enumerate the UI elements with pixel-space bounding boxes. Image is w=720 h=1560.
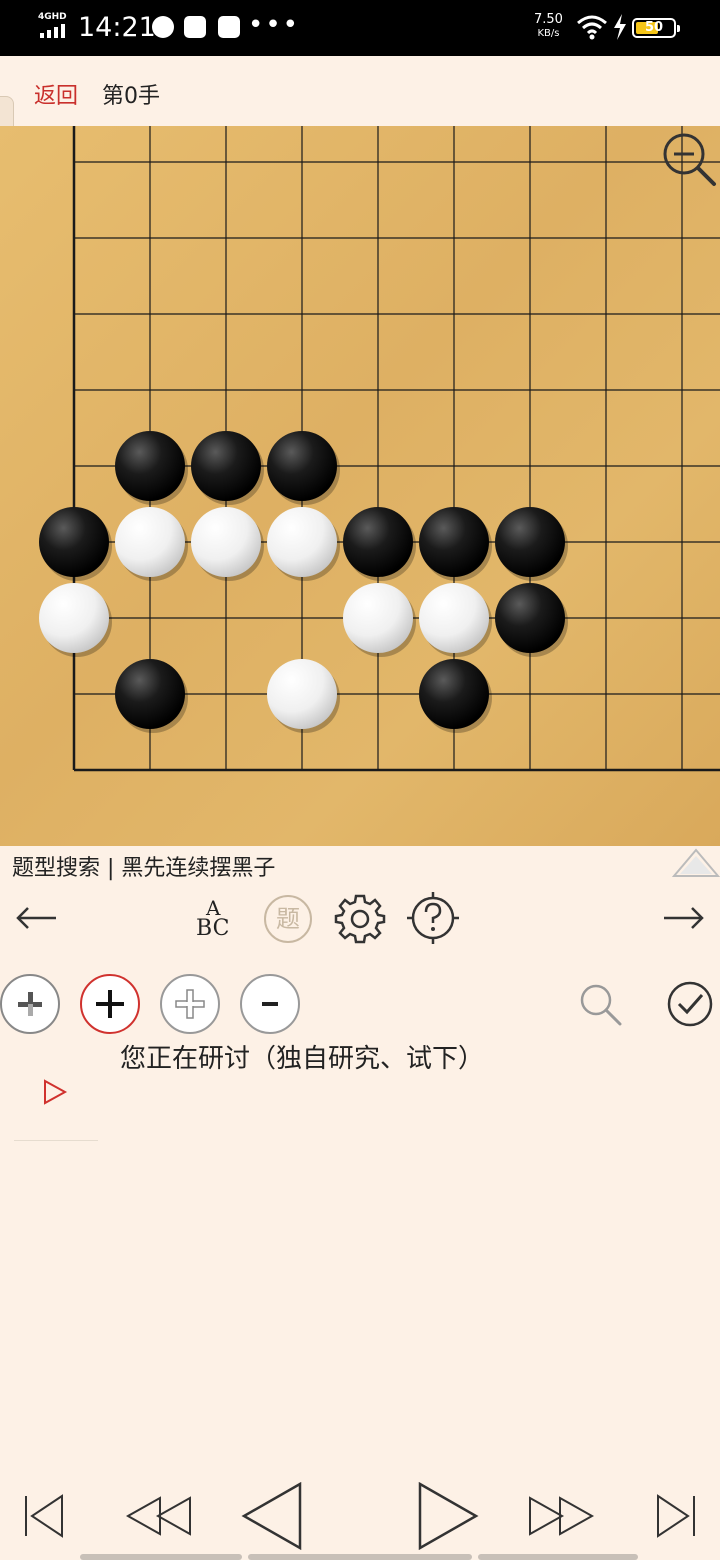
problem-icon[interactable]: 题 (264, 895, 312, 943)
fan-icon (152, 16, 174, 38)
charging-icon (614, 14, 626, 40)
message-icon (184, 16, 206, 38)
network-type: 4GHD (38, 12, 67, 22)
status-bar: 4GHD 14:21 ••• 7.50 KB/s 50 (0, 0, 720, 56)
battery-indicator: 50 (632, 18, 680, 38)
black-stone (419, 507, 489, 577)
variation-marker-icon[interactable] (42, 1078, 68, 1106)
white-stone (419, 583, 489, 653)
move-counter: 第0手 (102, 84, 160, 109)
board-grid[interactable] (0, 126, 720, 846)
last-move-icon[interactable] (654, 1494, 698, 1538)
collapse-icon[interactable] (672, 846, 720, 880)
black-stone (495, 583, 565, 653)
back-button[interactable]: 返回 (34, 78, 78, 110)
scroll-indicator (478, 1554, 638, 1560)
forward-icon[interactable] (416, 1482, 480, 1550)
discussion-status: 您正在研讨（独自研究、试下） (120, 1044, 485, 1074)
next-arrow-icon[interactable] (660, 902, 706, 934)
remove-stone-button[interactable] (240, 974, 300, 1034)
white-stone (343, 583, 413, 653)
abc-label-icon[interactable]: A BC (194, 896, 240, 942)
battery-level: 50 (644, 20, 664, 35)
add-alternate-icon (18, 992, 42, 1016)
black-stone (191, 431, 261, 501)
app-notification-icon (218, 16, 240, 38)
add-alternate-button[interactable] (0, 974, 60, 1034)
help-icon[interactable] (406, 890, 460, 946)
black-stone (495, 507, 565, 577)
white-stone (267, 507, 337, 577)
black-stone (115, 659, 185, 729)
fast-forward-icon[interactable] (528, 1494, 596, 1538)
check-icon[interactable] (666, 980, 714, 1028)
network-speed: 7.50 KB/s (534, 12, 563, 40)
back-icon[interactable] (240, 1482, 304, 1550)
add-black-icon (96, 990, 124, 1018)
go-board[interactable] (0, 126, 720, 846)
remove-stone-icon (262, 1002, 278, 1006)
scroll-indicator (248, 1554, 472, 1560)
white-stone (191, 507, 261, 577)
black-stone (267, 431, 337, 501)
prev-arrow-icon[interactable] (14, 902, 60, 934)
zoom-out-icon[interactable] (660, 130, 718, 188)
signal-icon (40, 24, 65, 38)
white-stone (267, 659, 337, 729)
first-move-icon[interactable] (22, 1494, 66, 1538)
problem-title: 题型搜索 | 黑先连续摆黑子 (12, 856, 276, 881)
black-stone (343, 507, 413, 577)
add-white-button[interactable] (160, 974, 220, 1034)
more-notifications-icon: ••• (248, 10, 301, 40)
app-header: 返回 第0手 (0, 56, 720, 246)
add-black-button[interactable] (80, 974, 140, 1034)
search-icon[interactable] (576, 980, 626, 1030)
gear-icon[interactable] (334, 892, 386, 944)
add-white-icon (175, 989, 205, 1019)
white-stone (115, 507, 185, 577)
black-stone (39, 507, 109, 577)
wifi-icon (577, 15, 607, 40)
divider (14, 1140, 98, 1141)
fast-back-icon[interactable] (124, 1494, 192, 1538)
clock: 14:21 (78, 12, 156, 43)
white-stone (39, 583, 109, 653)
black-stone (115, 431, 185, 501)
scroll-indicator (80, 1554, 242, 1560)
black-stone (419, 659, 489, 729)
